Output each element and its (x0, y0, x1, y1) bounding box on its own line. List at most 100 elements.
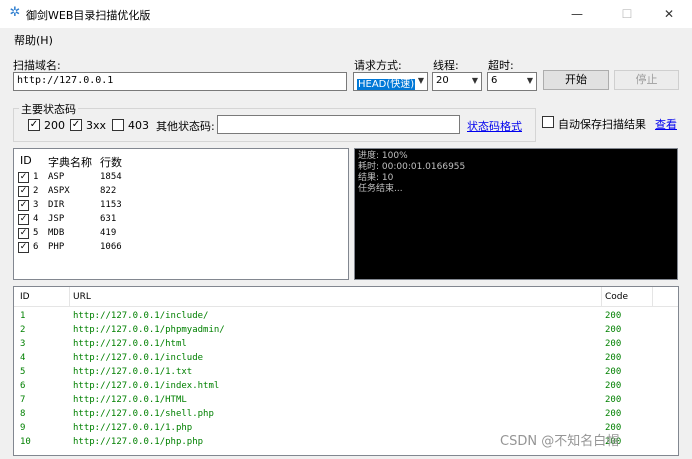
menu-help[interactable]: 帮助(H) (14, 32, 53, 48)
results-row-id: 6 (20, 381, 26, 391)
method-select[interactable]: HEAD(快速) ▼ (353, 72, 428, 91)
results-row[interactable]: 5 http://127.0.0.1/1.txt 200 (14, 365, 678, 379)
method-label: 请求方式: (354, 59, 402, 72)
results-header-id[interactable]: ID (20, 292, 30, 302)
results-row[interactable]: 6 http://127.0.0.1/index.html 200 (14, 379, 678, 393)
results-row-code: 200 (605, 311, 622, 321)
results-row-code: 200 (605, 325, 622, 335)
maximize-button[interactable]: ☐ (604, 0, 650, 28)
results-row-id: 7 (20, 395, 26, 405)
dictionary-row-name: ASP (48, 172, 65, 182)
status-format-link[interactable]: 状态码格式 (467, 118, 522, 134)
autosave-checkbox[interactable] (542, 116, 554, 128)
dictionary-row[interactable]: ✓ 5 MDB 419 (14, 227, 348, 241)
results-row[interactable]: 8 http://127.0.0.1/shell.php 200 (14, 407, 678, 421)
results-row-code: 200 (605, 367, 622, 377)
column-divider[interactable] (69, 287, 70, 307)
dictionary-row-checkbox[interactable]: ✓ (18, 228, 29, 239)
dictionary-row[interactable]: ✓ 4 JSP 631 (14, 213, 348, 227)
column-divider[interactable] (652, 287, 653, 307)
dict-header-name[interactable]: 字典名称 (48, 154, 92, 170)
dictionary-row[interactable]: ✓ 3 DIR 1153 (14, 199, 348, 213)
dictionary-row-checkbox[interactable]: ✓ (18, 200, 29, 211)
dictionary-row-id: 5 (33, 228, 39, 238)
dictionary-row-checkbox[interactable]: ✓ (18, 214, 29, 225)
results-row[interactable]: 1 http://127.0.0.1/include/200 (14, 309, 678, 323)
dictionary-row-lines: 1153 (100, 200, 122, 210)
dictionary-row-name: MDB (48, 228, 65, 238)
results-row-code: 200 (605, 339, 622, 349)
results-row[interactable]: 4 http://127.0.0.1/include 200 (14, 351, 678, 365)
chevron-down-icon: ▼ (526, 76, 533, 85)
threads-select[interactable]: 20 ▼ (432, 72, 482, 91)
dictionary-row-id: 3 (33, 200, 39, 210)
chevron-down-icon: ▼ (417, 76, 424, 85)
dictionary-row-name: DIR (48, 200, 65, 210)
status-3xx-checkbox[interactable]: ✓ (70, 119, 82, 131)
results-row-code: 200 (605, 353, 622, 363)
results-row-url: http://127.0.0.1/php.php (73, 437, 204, 447)
results-row-url: http://127.0.0.1/HTML (73, 395, 187, 405)
status-403-checkbox[interactable] (112, 119, 124, 131)
dictionary-row[interactable]: ✓ 1 ASP 1854 (14, 171, 348, 185)
status-3xx-label: 3xx (86, 119, 107, 132)
results-row-code: 200 (605, 395, 622, 405)
close-button[interactable]: ✕ (646, 0, 692, 28)
window-title: 御剑WEB目录扫描优化版 (26, 9, 151, 22)
results-row-url: http://127.0.0.1/1.txt (73, 367, 193, 377)
dictionary-row-lines: 822 (100, 186, 117, 196)
status-403-label: 403 (128, 119, 149, 132)
column-divider[interactable] (601, 287, 602, 307)
chevron-down-icon: ▼ (471, 76, 478, 85)
dict-header-lines[interactable]: 行数 (100, 154, 122, 170)
log-progress: 进度: 100% (358, 151, 408, 161)
results-row[interactable]: 3 http://127.0.0.1/html 200 (14, 337, 678, 351)
results-row[interactable]: 7 http://127.0.0.1/HTML 200 (14, 393, 678, 407)
dictionary-list[interactable]: ID 字典名称 行数 ✓ 1 ASP 1854 ✓ 2 ASPX 822 ✓ 3 DIR 1153 ✓ 4… (13, 148, 349, 280)
threads-value: 20 (436, 75, 449, 86)
log-results: 结果: 10 (358, 173, 394, 183)
timeout-select[interactable]: 6 ▼ (487, 72, 537, 91)
other-status-input[interactable] (217, 115, 460, 134)
dictionary-row[interactable]: ✓ 2 ASPX 822 (14, 185, 348, 199)
timeout-label: 超时: (488, 59, 514, 72)
log-elapsed: 耗时: 00:00:01.0166955 (358, 162, 466, 172)
results-row-code: 200 (605, 381, 622, 391)
results-row-id: 8 (20, 409, 26, 419)
results-row-id: 10 (20, 437, 31, 447)
results-header-code[interactable]: Code (605, 292, 628, 302)
start-button[interactable]: 开始 (543, 70, 609, 90)
threads-label: 线程: (433, 59, 459, 72)
results-row-id: 2 (20, 325, 26, 335)
results-row-url: http://127.0.0.1/shell.php (73, 409, 214, 419)
domain-label: 扫描域名: (13, 59, 61, 72)
dictionary-row-checkbox[interactable]: ✓ (18, 172, 29, 183)
stop-button[interactable]: 停止 (614, 70, 679, 90)
results-header (14, 287, 678, 307)
results-header-url[interactable]: URL (73, 292, 91, 302)
dictionary-row-lines: 419 (100, 228, 117, 238)
autosave-label: 自动保存扫描结果 (558, 118, 646, 131)
results-row-url: http://127.0.0.1/phpmyadmin/ (73, 325, 225, 335)
dictionary-row[interactable]: ✓ 6 PHP 1066 (14, 241, 348, 255)
domain-input[interactable]: http://127.0.0.1 (13, 72, 347, 91)
dictionary-row-id: 2 (33, 186, 39, 196)
dictionary-row-lines: 631 (100, 214, 117, 224)
view-link[interactable]: 查看 (655, 116, 677, 132)
dictionary-row-checkbox[interactable]: ✓ (18, 186, 29, 197)
log-console: 进度: 100% 耗时: 00:00:01.0166955 结果: 10 任务结… (354, 148, 678, 280)
results-row-id: 1 (20, 311, 26, 321)
status-200-checkbox[interactable]: ✓ (28, 119, 40, 131)
dict-header-id[interactable]: ID (20, 154, 32, 167)
results-row-url: http://127.0.0.1/include (73, 353, 204, 363)
method-selected-value: HEAD(快速) (357, 79, 416, 90)
menu-bar (0, 28, 692, 50)
minimize-button[interactable]: — (554, 0, 600, 28)
watermark-text: CSDN @不知名白帽 (500, 434, 620, 449)
dictionary-row-checkbox[interactable]: ✓ (18, 242, 29, 253)
status-200-label: 200 (44, 119, 65, 132)
dictionary-row-name: PHP (48, 242, 65, 252)
results-row[interactable]: 2 http://127.0.0.1/phpmyadmin/200 (14, 323, 678, 337)
dictionary-row-lines: 1066 (100, 242, 122, 252)
dictionary-row-lines: 1854 (100, 172, 122, 182)
